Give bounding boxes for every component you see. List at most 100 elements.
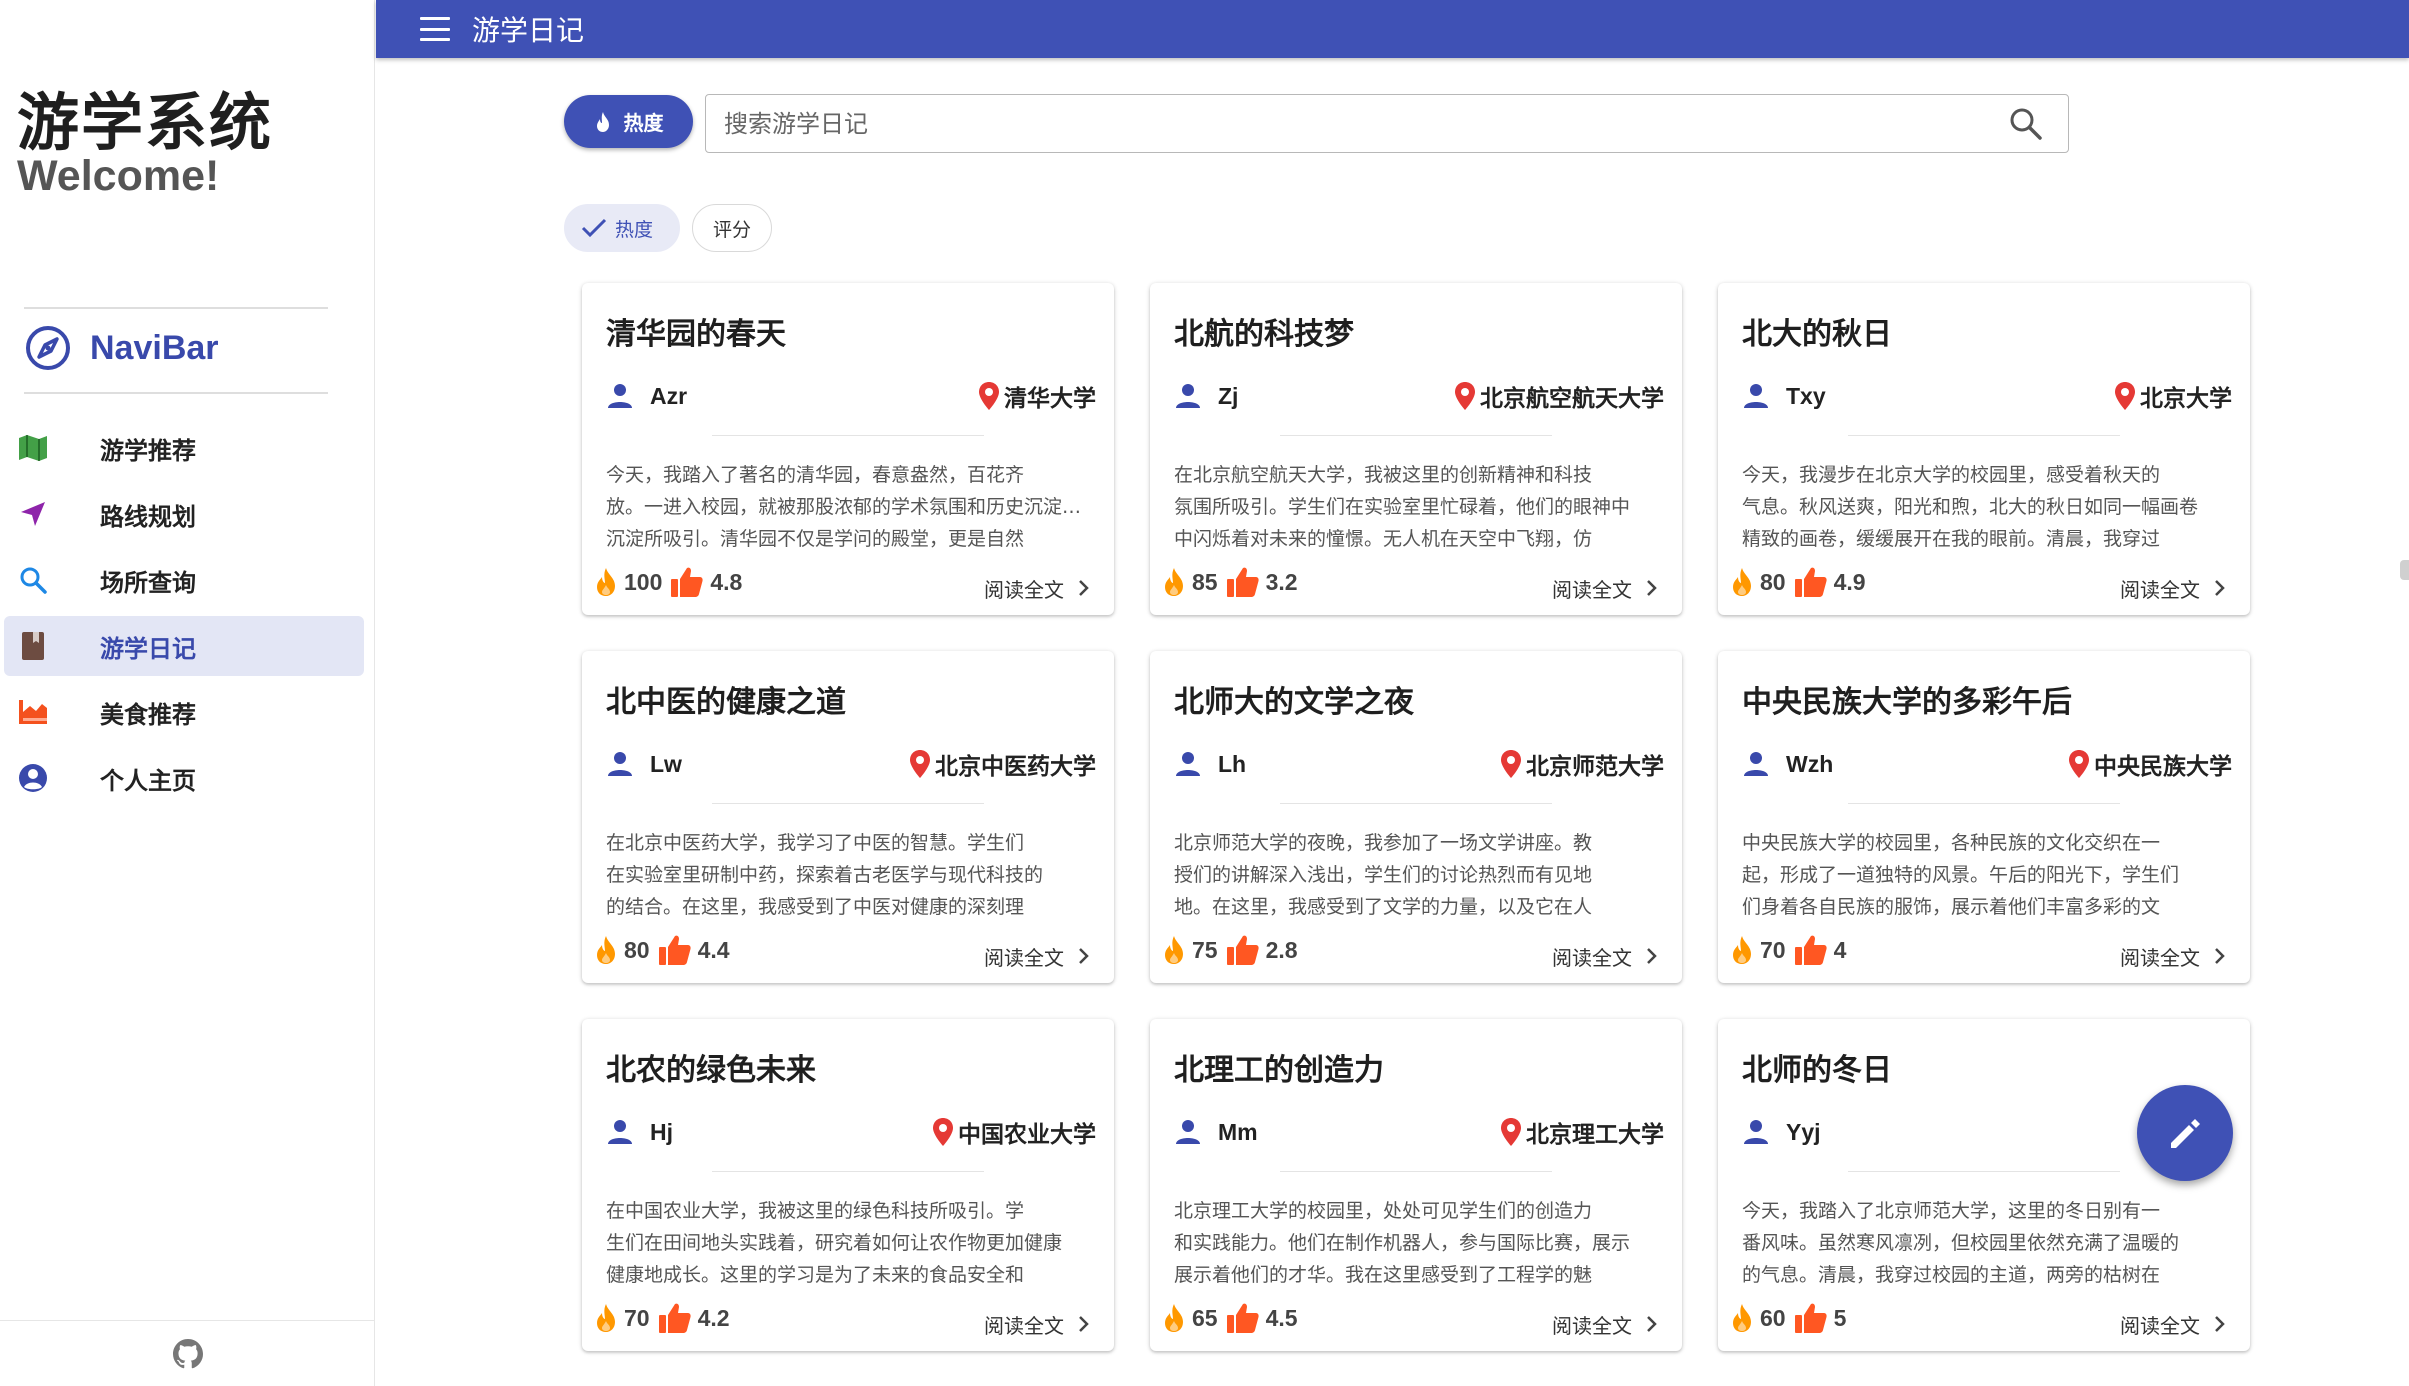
card-excerpt: 北京理工大学的校园里，处处可见学生们的创造力 和实践能力。他们在制作机器人，参与国… — [1174, 1195, 1664, 1291]
book-icon — [18, 631, 48, 661]
read-more-button[interactable]: 阅读全文 — [1552, 941, 1658, 971]
diary-card[interactable]: 北理工的创造力 Mm 北京理工大学 北京理工大学的校园里，处处可见学生们的创造力 和实践… — [1150, 1019, 1682, 1351]
filter-chip-hot[interactable]: 热度 — [564, 204, 680, 252]
location-pin-icon — [933, 1118, 953, 1146]
search-input[interactable] — [724, 109, 2008, 138]
fire-icon — [1165, 936, 1183, 964]
location-pin-icon — [1501, 750, 1521, 778]
read-more-button[interactable]: 阅读全文 — [984, 1309, 1090, 1339]
location-name: 北京理工大学 — [1526, 1122, 1664, 1148]
rating-value: 4.9 — [1833, 568, 1866, 595]
excerpt-line: 北京师范大学的夜晚，我参加了一场文学讲座。教 — [1174, 832, 1593, 854]
nav-item-study-diary[interactable]: 游学日记 — [4, 616, 364, 676]
github-icon[interactable] — [172, 1338, 203, 1369]
thumb-up-icon — [658, 1303, 691, 1333]
excerpt-line: 氛围所吸引。学生们在实验室里忙碌着，他们的眼神中 — [1174, 496, 1631, 518]
read-more-label: 阅读全文 — [984, 577, 1064, 602]
location-pin-icon — [1455, 382, 1475, 410]
nav-label: 美食推荐 — [100, 700, 196, 729]
author-name: Hj — [650, 1118, 673, 1145]
chevron-right-icon — [1647, 1316, 1657, 1332]
write-diary-button[interactable] — [2137, 1085, 2233, 1181]
chevron-right-icon — [2215, 580, 2225, 596]
nav-item-food-recommend[interactable]: 美食推荐 — [4, 682, 364, 742]
card-excerpt: 今天，我漫步在北京大学的校园里，感受着秋天的 气息。秋风送爽，阳光和煦，北大的秋日… — [1742, 459, 2232, 555]
location-pin-icon — [979, 382, 999, 410]
nav-item-place-search[interactable]: 场所查询 — [4, 550, 364, 610]
thumb-up-icon — [1794, 935, 1827, 965]
search-icon[interactable] — [2008, 106, 2044, 142]
thumb-up-icon — [671, 567, 704, 597]
read-more-button[interactable]: 阅读全文 — [1552, 1309, 1658, 1339]
diary-card[interactable]: 北大的秋日 Txy 北京大学 今天，我漫步在北京大学的校园里，感受着秋天的 气息。秋风送… — [1718, 283, 2250, 615]
menu-icon[interactable] — [420, 17, 450, 41]
sort-hot-button[interactable]: 热度 — [564, 95, 693, 148]
nav-list: 游学推荐 路线规划 场所查询 游学日记 美食推荐 个人主页 — [4, 418, 364, 814]
diary-card[interactable]: 北农的绿色未来 Hj 中国农业大学 在中国农业大学，我被这里的绿色科技所吸引。学 生们在… — [582, 1019, 1114, 1351]
read-more-button[interactable]: 阅读全文 — [2120, 573, 2226, 603]
rating-value: 2.8 — [1265, 936, 1298, 963]
nav-item-route-planning[interactable]: 路线规划 — [4, 484, 364, 544]
read-more-label: 阅读全文 — [2120, 577, 2200, 602]
read-more-label: 阅读全文 — [1552, 577, 1632, 602]
person-icon — [1744, 752, 1768, 776]
author-name: Lh — [1218, 750, 1247, 777]
fire-icon — [1165, 1304, 1183, 1332]
person-icon — [608, 1120, 632, 1144]
diary-card[interactable]: 中央民族大学的多彩午后 Wzh 中央民族大学 中央民族大学的校园里，各种民族的文化交织… — [1718, 651, 2250, 983]
thumb-up-icon — [1226, 1303, 1259, 1333]
read-more-button[interactable]: 阅读全文 — [2120, 1309, 2226, 1339]
nav-label: 游学日记 — [100, 634, 196, 663]
read-more-button[interactable]: 阅读全文 — [984, 941, 1090, 971]
excerpt-line: 今天，我踏入了著名的清华园，春意盎然，百花齐 — [606, 464, 1025, 486]
divider — [24, 307, 328, 309]
diary-card[interactable]: 北师大的文学之夜 Lh 北京师范大学北京师范大学的夜晚，我参加了一场文学讲座。教 授们… — [1150, 651, 1682, 983]
author-name: Yyj — [1786, 1118, 1821, 1145]
nav-label: 路线规划 — [100, 502, 196, 531]
divider — [712, 1171, 984, 1172]
read-more-label: 阅读全文 — [1552, 1313, 1632, 1338]
nav-label: 场所查询 — [100, 568, 196, 597]
excerpt-line: 中央民族大学的校园里，各种民族的文化交织在一 — [1742, 832, 2161, 854]
divider — [712, 435, 984, 436]
heat-count: 60 — [1760, 1304, 1786, 1331]
excerpt-line: 授们的讲解深入浅出，学生们的讨论热烈而有见地 — [1174, 864, 1593, 886]
divider — [24, 392, 328, 394]
diary-card[interactable]: 北师的冬日Yyj北京今天，我踏入了北京师范大学，这里的冬日别有一番风味。虽然寒风… — [1718, 1019, 2250, 1351]
location-name: 北京师范大学 — [1526, 754, 1664, 780]
divider — [1280, 1171, 1552, 1172]
sort-hot-label: 热度 — [623, 111, 664, 135]
chevron-right-icon — [2215, 948, 2225, 964]
card-title: 北中医的健康之道 — [606, 685, 846, 720]
filter-chip-score[interactable]: 评分 — [692, 204, 772, 252]
excerpt-line: 精致的画卷，缓缓展开在我的眼前。清晨，我穿过 — [1742, 528, 2161, 550]
location-name: 中央民族大学 — [2094, 754, 2232, 780]
card-excerpt: 在北京中医药大学，我学习了中医的智慧。学生们 在实验室里研制中药，探索着古老医学与… — [606, 827, 1096, 923]
thumb-up-icon — [1794, 1303, 1827, 1333]
author-name: Azr — [650, 382, 688, 409]
card-author: Azr — [606, 379, 687, 413]
divider — [712, 803, 984, 804]
thumb-up-icon — [1226, 567, 1259, 597]
read-more-label: 阅读全文 — [2120, 945, 2200, 970]
card-title: 北师大的文学之夜 — [1174, 685, 1414, 720]
scroll-handle — [2400, 560, 2409, 580]
location-name: 北京航空航天大学 — [1480, 386, 1664, 412]
nav-item-study-recommend[interactable]: 游学推荐 — [4, 418, 364, 478]
divider — [1280, 803, 1552, 804]
read-more-button[interactable]: 阅读全文 — [2120, 941, 2226, 971]
card-title: 北师的冬日 — [1742, 1053, 1892, 1088]
diary-card[interactable]: 北航的科技梦 Zj 北京航空航天大学 在北京航空航天大学，我被这里的创新精神和科技 氛围… — [1150, 283, 1682, 615]
excerpt-line: 放。一进入校园，就被那股浓郁的学术氛围和历史沉淀所吸引。 — [606, 496, 1096, 518]
fire-icon — [597, 936, 615, 964]
diary-card[interactable]: 清华园的春天 Azr 清华大学 今天，我踏入了著名的清华园，春意盎然，百花齐 放。一进入… — [582, 283, 1114, 615]
nav-item-profile[interactable]: 个人主页 — [4, 748, 364, 808]
card-excerpt: 今天，我踏入了北京师范大学，这里的冬日别有一 番风味。虽然寒风凛冽，但校园里依然充… — [1742, 1195, 2232, 1291]
excerpt-line: 的气息。清晨，我穿过校园的主道，两旁的枯树在 — [1742, 1264, 2161, 1286]
read-more-button[interactable]: 阅读全文 — [1552, 573, 1658, 603]
read-more-button[interactable]: 阅读全文 — [984, 573, 1090, 603]
card-location: 清华大学 — [978, 379, 1096, 413]
diary-card[interactable]: 北中医的健康之道 Lw 北京中医药大学 在北京中医药大学，我学习了中医的智慧。学生们在… — [582, 651, 1114, 983]
card-author: Hj — [606, 1115, 673, 1149]
fire-icon — [1165, 568, 1183, 596]
